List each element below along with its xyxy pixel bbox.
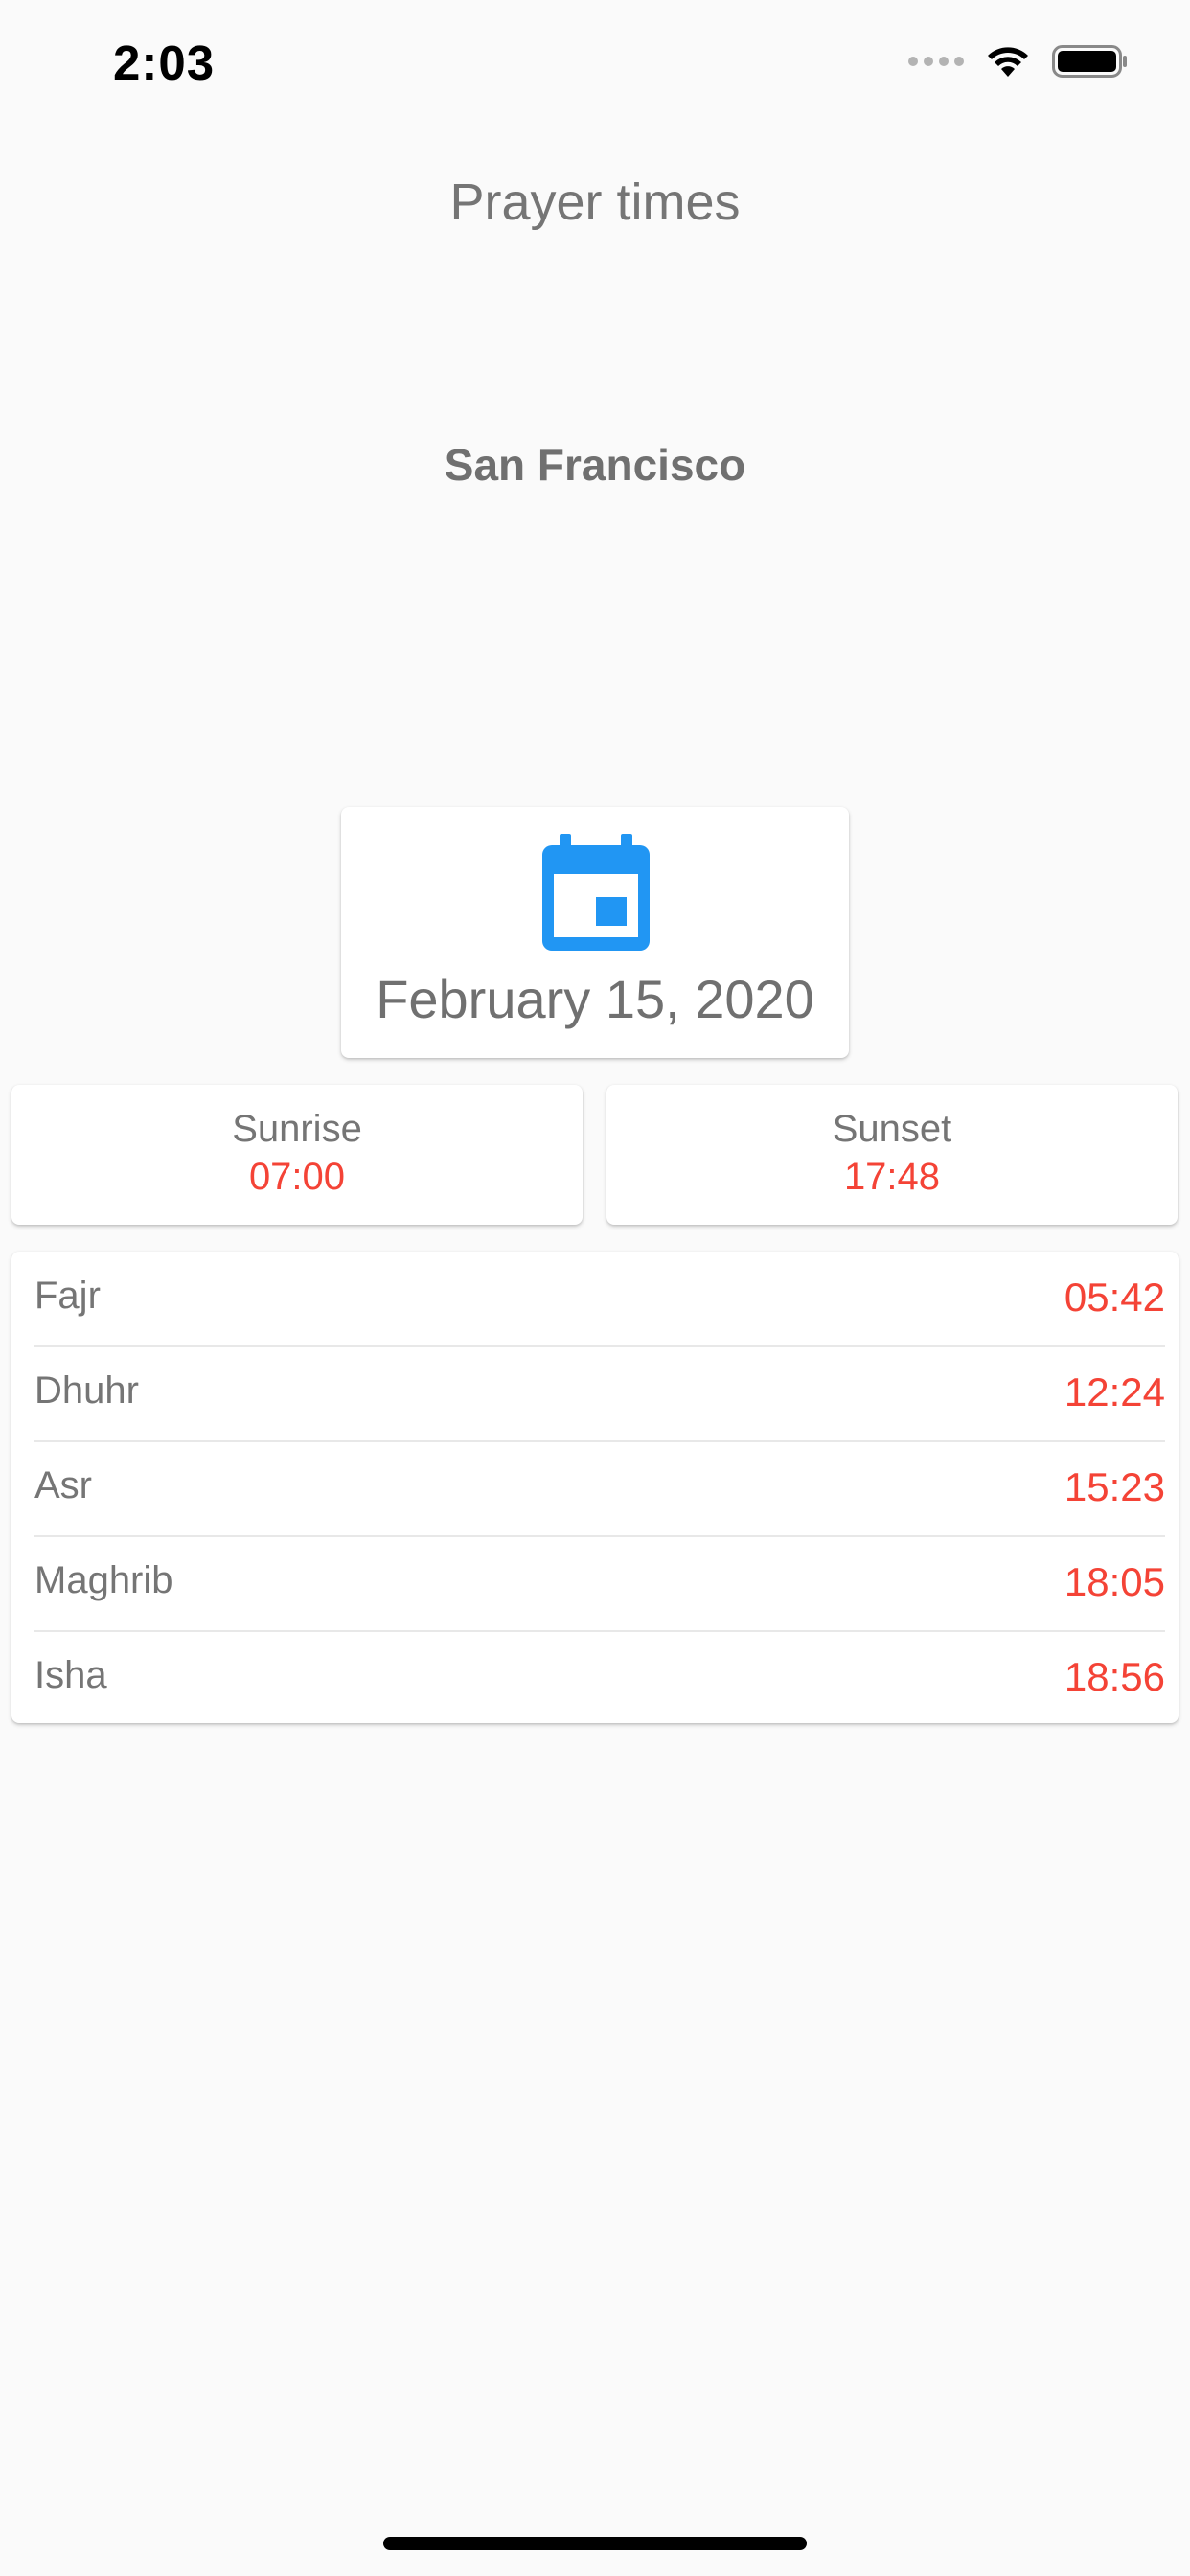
sunrise-label: Sunrise xyxy=(232,1108,362,1150)
prayer-row-dhuhr: Dhuhr 12:24 xyxy=(34,1346,1165,1442)
prayer-name: Maghrib xyxy=(34,1559,173,1601)
prayer-time: 18:05 xyxy=(1064,1559,1165,1604)
prayer-name: Isha xyxy=(34,1654,107,1696)
status-bar: 2:03 xyxy=(0,0,1190,126)
date-picker-card[interactable]: February 15, 2020 xyxy=(341,807,849,1058)
wifi-icon xyxy=(988,47,1028,77)
sunrise-card: Sunrise 07:00 xyxy=(11,1085,583,1225)
calendar-icon xyxy=(542,834,650,951)
sunset-label: Sunset xyxy=(832,1108,952,1150)
page-title: Prayer times xyxy=(449,173,741,231)
prayer-name: Fajr xyxy=(34,1275,101,1317)
battery-icon xyxy=(1052,45,1127,78)
prayer-time: 18:56 xyxy=(1064,1654,1165,1699)
prayer-row-asr: Asr 15:23 xyxy=(34,1441,1165,1537)
prayer-row-fajr: Fajr 05:42 xyxy=(34,1252,1165,1347)
prayer-name: Asr xyxy=(34,1464,92,1506)
home-indicator[interactable] xyxy=(383,2537,807,2550)
signal-dots-icon xyxy=(908,57,964,66)
prayer-time: 15:23 xyxy=(1064,1464,1165,1509)
status-icons xyxy=(908,44,1129,79)
prayer-row-maghrib: Maghrib 18:05 xyxy=(34,1536,1165,1632)
prayer-time: 05:42 xyxy=(1064,1275,1165,1320)
selected-date: February 15, 2020 xyxy=(376,969,814,1029)
status-time: 2:03 xyxy=(113,35,216,90)
prayer-row-isha: Isha 18:56 xyxy=(34,1631,1165,1725)
prayer-time: 12:24 xyxy=(1064,1369,1165,1414)
sunrise-time: 07:00 xyxy=(248,1156,346,1198)
prayer-name: Dhuhr xyxy=(34,1369,139,1412)
prayer-times-list: Fajr 05:42 Dhuhr 12:24 Asr 15:23 Maghrib… xyxy=(11,1252,1179,1723)
sunset-card: Sunset 17:48 xyxy=(606,1085,1178,1225)
city-name: San Francisco xyxy=(444,440,746,490)
sunset-time: 17:48 xyxy=(843,1156,941,1198)
